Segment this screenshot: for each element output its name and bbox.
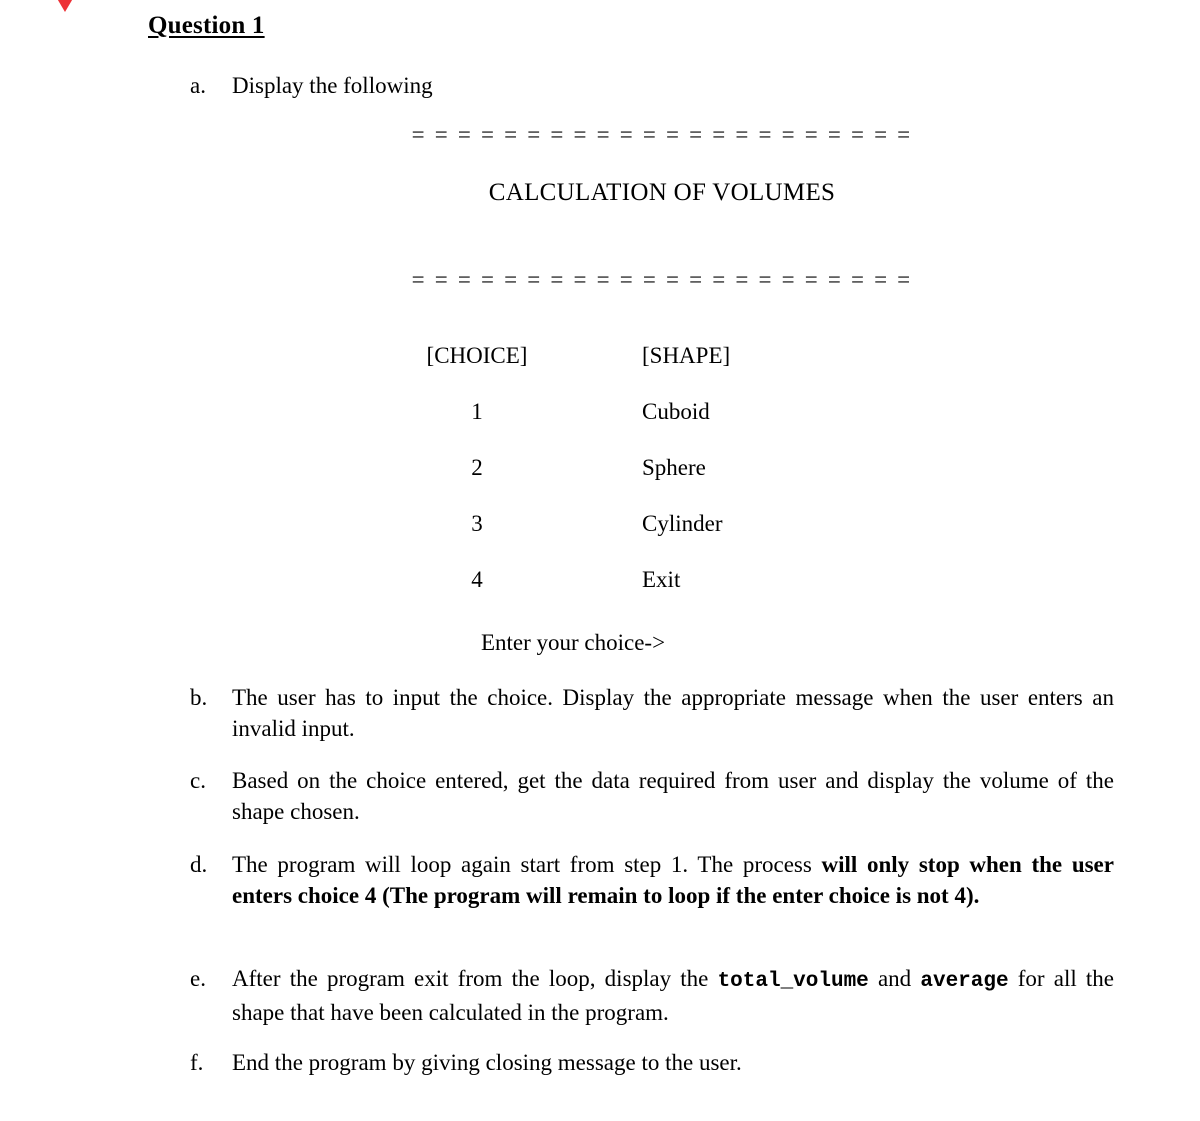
spacer-cell-left [232, 552, 312, 608]
cell-shape: Exit [642, 567, 681, 592]
list-item-letter: a. [190, 73, 206, 98]
cell-choice: 1 [471, 399, 483, 424]
list-item-letter: b. [190, 685, 208, 710]
divider-bottom: = = = = = = = = = = = = = = = = = = = = … [411, 267, 913, 292]
text-plain-segment: The program will loop again start from s… [232, 852, 822, 877]
code-total-volume: total_volume [717, 970, 869, 993]
console-output-block: = = = = = = = = = = = = = = = = = = = = … [232, 120, 1092, 656]
column-header-shape: [SHAPE] [642, 343, 731, 368]
list-item-letter: f. [190, 1050, 204, 1075]
list-item-f: f. End the program by giving closing mes… [190, 1047, 1114, 1078]
list-item-c: c. Based on the choice entered, get the … [190, 765, 1114, 827]
spacer-cell-right [922, 496, 1092, 552]
cell-shape: Sphere [642, 455, 706, 480]
spacer-cell-right [922, 552, 1092, 608]
column-header-choice: [CHOICE] [426, 343, 528, 368]
cell-choice: 2 [471, 455, 483, 480]
list-item-text: Display the following [232, 73, 433, 98]
spacer-cell-left [232, 384, 312, 440]
code-average: average [920, 970, 1009, 993]
spacer-cell-left [232, 328, 312, 384]
text-segment-1: After the program exit from the loop, di… [232, 966, 718, 991]
list-item-d: d. The program will loop again start fro… [190, 849, 1114, 911]
list-item-letter: c. [190, 768, 206, 793]
console-prompt: Enter your choice-> [480, 630, 666, 655]
console-heading: CALCULATION OF VOLUMES [488, 179, 836, 206]
choice-shape-table: [CHOICE] [SHAPE] 1 Cuboid 2 Sphere 3 Cyl… [232, 328, 1092, 608]
cell-shape: Cuboid [642, 399, 710, 424]
spacer-cell-right [922, 328, 1092, 384]
list-item-text: After the program exit from the loop, di… [232, 963, 1114, 1028]
spacer-cell-left [232, 496, 312, 552]
divider-top: = = = = = = = = = = = = = = = = = = = = … [411, 122, 913, 147]
page-title: Question 1 [148, 12, 265, 39]
text-segment-2: and [868, 966, 921, 991]
list-item-text: Based on the choice entered, get the dat… [232, 768, 1114, 824]
document-page: Question 1 a. Display the following = = … [0, 0, 1200, 1121]
cell-choice: 3 [471, 511, 483, 536]
cell-choice: 4 [471, 567, 483, 592]
spacer-cell-right [922, 384, 1092, 440]
list-item-a: a. Display the following [190, 70, 1090, 101]
list-item-letter: e. [190, 966, 206, 991]
spacer-cell-left [232, 440, 312, 496]
list-item-b: b. The user has to input the choice. Dis… [190, 682, 1114, 744]
table-row: 4 Exit [232, 552, 1092, 608]
list-item-text: End the program by giving closing messag… [232, 1050, 742, 1075]
table-row: 1 Cuboid [232, 384, 1092, 440]
table-row: 2 Sphere [232, 440, 1092, 496]
cell-shape: Cylinder [642, 511, 723, 536]
list-item-text: The user has to input the choice. Displa… [232, 685, 1114, 741]
spacer-cell-right [922, 440, 1092, 496]
list-item-e: e. After the program exit from the loop,… [190, 963, 1114, 1028]
list-item-text: The program will loop again start from s… [232, 849, 1114, 911]
table-row: 3 Cylinder [232, 496, 1092, 552]
red-triangle-marker [52, 0, 78, 12]
list-item-letter: d. [190, 852, 208, 877]
table-header-row: [CHOICE] [SHAPE] [232, 328, 1092, 384]
